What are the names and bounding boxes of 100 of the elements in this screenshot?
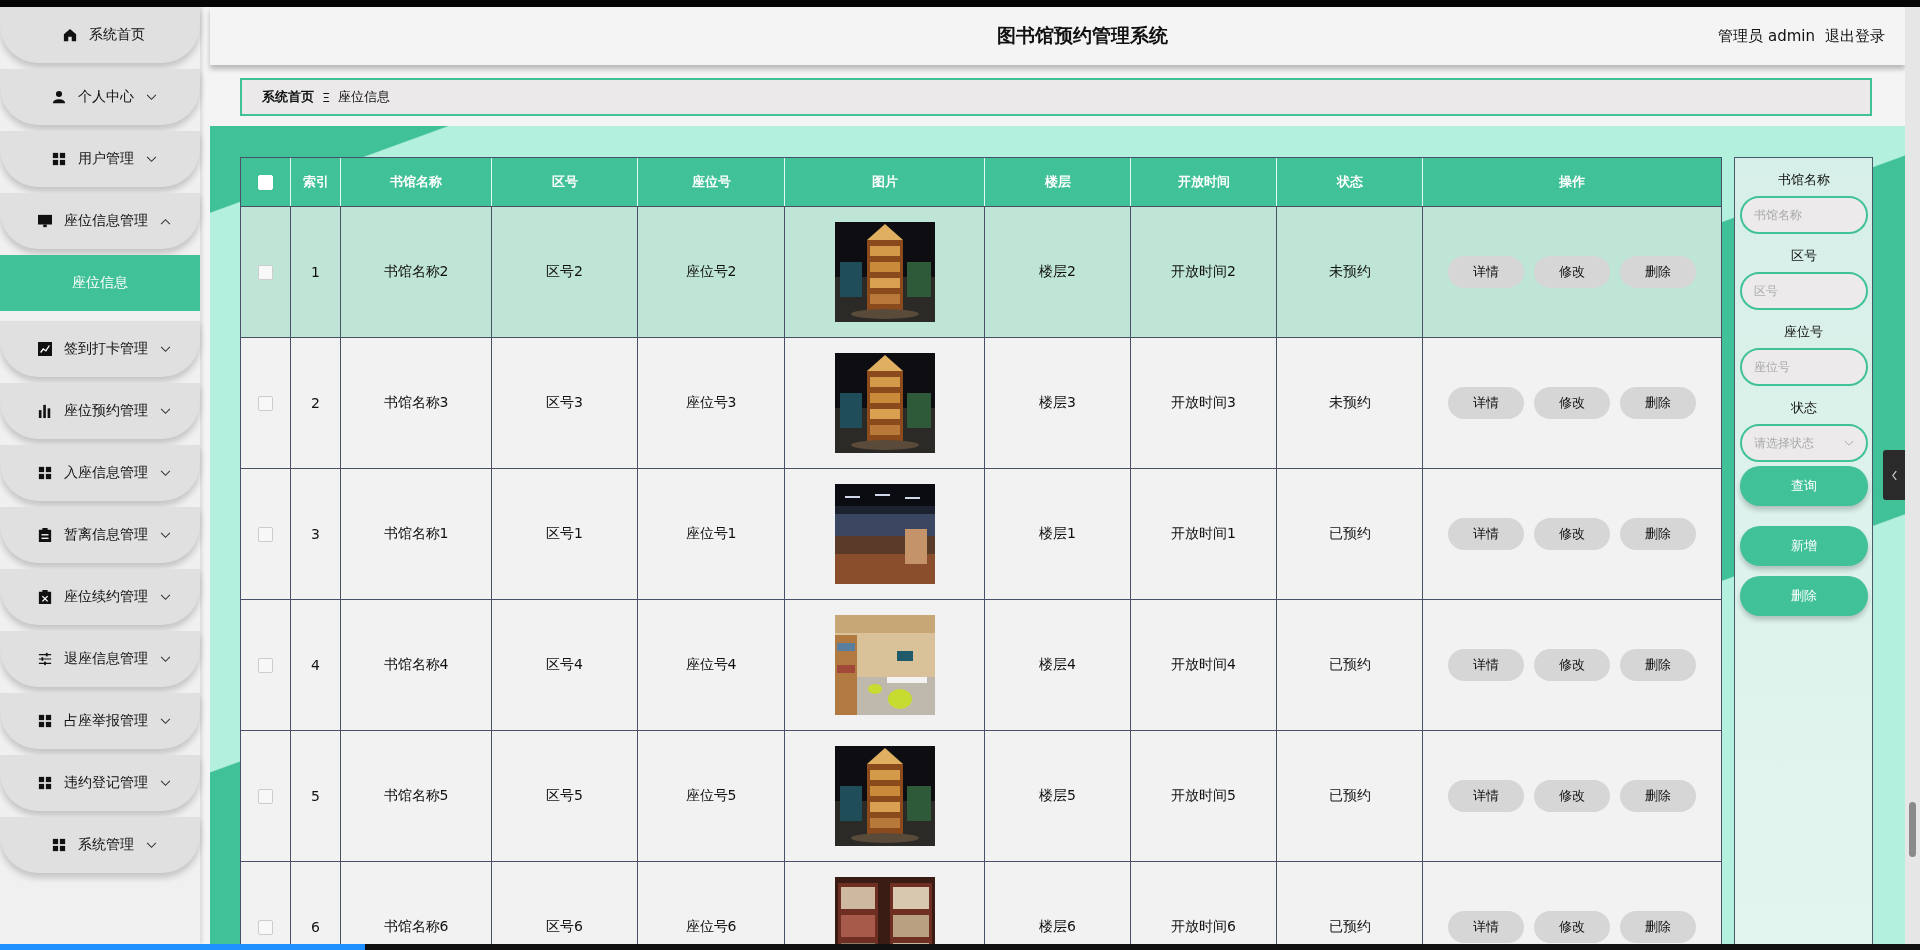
edit-button[interactable]: 修改 xyxy=(1534,911,1610,943)
menu-item[interactable]: 座位信息管理 xyxy=(0,193,200,249)
row-checkbox[interactable] xyxy=(258,395,273,411)
menu-item[interactable]: 系统管理 xyxy=(0,817,200,873)
menu-item[interactable]: 退座信息管理 xyxy=(0,631,200,687)
status-cell: 未预约 xyxy=(1328,394,1371,412)
menu-label: 入座信息管理 xyxy=(63,464,148,482)
collapse-button[interactable] xyxy=(1883,450,1905,500)
delete-button[interactable]: 删除 xyxy=(1620,518,1696,550)
table-cell: 楼层1 xyxy=(1039,525,1076,543)
table-cell: 书馆名称6 xyxy=(383,918,449,936)
table-cell: 书馆名称5 xyxy=(383,787,449,805)
table-cell: 楼层6 xyxy=(1039,918,1076,936)
table-cell: 书馆名称4 xyxy=(383,656,449,674)
table-cell: 开放时间6 xyxy=(1171,918,1236,936)
field-label: 状态 xyxy=(1790,399,1817,417)
delete-button[interactable]: 删除 xyxy=(1620,649,1696,681)
index-cell: 3 xyxy=(311,526,320,542)
table-row[interactable]: 4 书馆名称4 区号4 座位号4 楼层4 开放时间4 已预约 详情 修改 删除 xyxy=(241,599,1721,730)
index-cell: 4 xyxy=(311,657,320,673)
table-cell: 区号6 xyxy=(546,918,583,936)
page-title: 图书馆预约管理系统 xyxy=(997,23,1168,48)
menu-label: 违约登记管理 xyxy=(63,774,148,792)
menu-item[interactable]: 签到打卡管理 xyxy=(0,321,200,377)
chevron-down-icon xyxy=(1843,439,1854,447)
table-cell: 楼层4 xyxy=(1039,656,1076,674)
edit-button[interactable]: 修改 xyxy=(1534,387,1610,419)
details-button[interactable]: 详情 xyxy=(1448,518,1524,550)
delete-button[interactable]: 删除 xyxy=(1620,911,1696,943)
table-cell: 开放时间2 xyxy=(1171,263,1236,281)
menu-label: 座位预约管理 xyxy=(63,402,148,420)
table-row[interactable]: 2 书馆名称3 区号3 座位号3 楼层3 开放时间3 未预约 详情 修改 删除 xyxy=(241,337,1721,468)
clipboard-x-icon xyxy=(37,590,52,604)
logout-link[interactable]: 退出登录 xyxy=(1825,26,1885,46)
menu-item[interactable]: 暂离信息管理 xyxy=(0,507,200,563)
table-cell: 座位号3 xyxy=(685,394,737,412)
field-label: 区号 xyxy=(1790,247,1817,265)
row-checkbox[interactable] xyxy=(258,526,273,542)
details-button[interactable]: 详情 xyxy=(1448,780,1524,812)
user-label: 管理员 admin xyxy=(1718,26,1815,46)
grid-icon xyxy=(51,838,66,852)
menu-item[interactable]: 违约登记管理 xyxy=(0,755,200,811)
scrollbar[interactable] xyxy=(1905,7,1920,944)
edit-button[interactable]: 修改 xyxy=(1534,780,1610,812)
menu-item[interactable]: 入座信息管理 xyxy=(0,445,200,501)
status-cell: 未预约 xyxy=(1328,263,1371,281)
table-cell: 座位号6 xyxy=(685,918,737,936)
breadcrumb-separator: Ξ xyxy=(322,89,331,105)
table-cell: 开放时间1 xyxy=(1171,525,1236,543)
menu-label: 个人中心 xyxy=(77,88,134,106)
row-checkbox[interactable] xyxy=(258,657,273,673)
breadcrumb-current: 座位信息 xyxy=(338,88,391,106)
table-cell: 座位号2 xyxy=(685,263,737,281)
row-checkbox[interactable] xyxy=(258,919,273,935)
menu-item[interactable]: 用户管理 xyxy=(0,131,200,187)
search-field[interactable]: 座位号 xyxy=(1739,348,1868,386)
table-cell: 区号3 xyxy=(546,394,583,412)
menu-item[interactable]: 座位预约管理 xyxy=(0,383,200,439)
chevron-left-icon xyxy=(1890,469,1898,481)
search-field[interactable]: 区号 xyxy=(1739,272,1868,310)
edit-button[interactable]: 修改 xyxy=(1534,518,1610,550)
table-cell: 书馆名称2 xyxy=(383,263,449,281)
table-row[interactable]: 3 书馆名称1 区号1 座位号1 楼层1 开放时间1 已预约 详情 修改 删除 xyxy=(241,468,1721,599)
delete-button[interactable]: 删除 xyxy=(1620,256,1696,288)
edit-button[interactable]: 修改 xyxy=(1534,256,1610,288)
details-button[interactable]: 详情 xyxy=(1448,387,1524,419)
table-cell: 书馆名称3 xyxy=(383,394,449,412)
breadcrumb-link[interactable]: 系统首页 xyxy=(262,88,314,106)
search-field[interactable]: 书馆名称 xyxy=(1739,196,1868,234)
table-row[interactable]: 1 书馆名称2 区号2 座位号2 楼层2 开放时间2 未预约 详情 修改 删除 xyxy=(241,206,1721,337)
row-checkbox[interactable] xyxy=(258,788,273,804)
table-cell: 开放时间3 xyxy=(1171,394,1236,412)
chart-icon xyxy=(37,342,52,356)
menu-item[interactable]: 系统首页 xyxy=(0,7,200,63)
status-cell: 已预约 xyxy=(1328,787,1371,805)
table-row[interactable]: 6 书馆名称6 区号6 座位号6 楼层6 开放时间6 已预约 详情 修改 删除 xyxy=(241,861,1721,944)
menu-label: 用户管理 xyxy=(77,150,134,168)
table-cell: 区号1 xyxy=(546,525,583,543)
details-button[interactable]: 详情 xyxy=(1448,911,1524,943)
clipboard-icon xyxy=(37,528,52,542)
menu-item[interactable]: 个人中心 xyxy=(0,69,200,125)
delete-button[interactable]: 删除 xyxy=(1620,780,1696,812)
select-all-checkbox[interactable] xyxy=(258,174,273,190)
row-checkbox[interactable] xyxy=(258,264,273,280)
progress-bar[interactable] xyxy=(0,944,1920,950)
menu-label: 座位信息管理 xyxy=(63,212,148,230)
table-cell: 区号4 xyxy=(546,656,583,674)
table-cell: 书馆名称1 xyxy=(383,525,449,543)
grid-icon xyxy=(37,466,52,480)
menu-item[interactable]: 座位续约管理 xyxy=(0,569,200,625)
bars-icon xyxy=(37,404,52,418)
table-cell: 区号5 xyxy=(546,787,583,805)
table-row[interactable]: 5 书馆名称5 区号5 座位号5 楼层5 开放时间5 已预约 详情 修改 删除 xyxy=(241,730,1721,861)
details-button[interactable]: 详情 xyxy=(1448,256,1524,288)
details-button[interactable]: 详情 xyxy=(1448,649,1524,681)
delete-button[interactable]: 删除 xyxy=(1620,387,1696,419)
sliders-icon xyxy=(37,652,52,666)
menu-item[interactable]: 占座举报管理 xyxy=(0,693,200,749)
index-cell: 1 xyxy=(311,264,320,280)
edit-button[interactable]: 修改 xyxy=(1534,649,1610,681)
